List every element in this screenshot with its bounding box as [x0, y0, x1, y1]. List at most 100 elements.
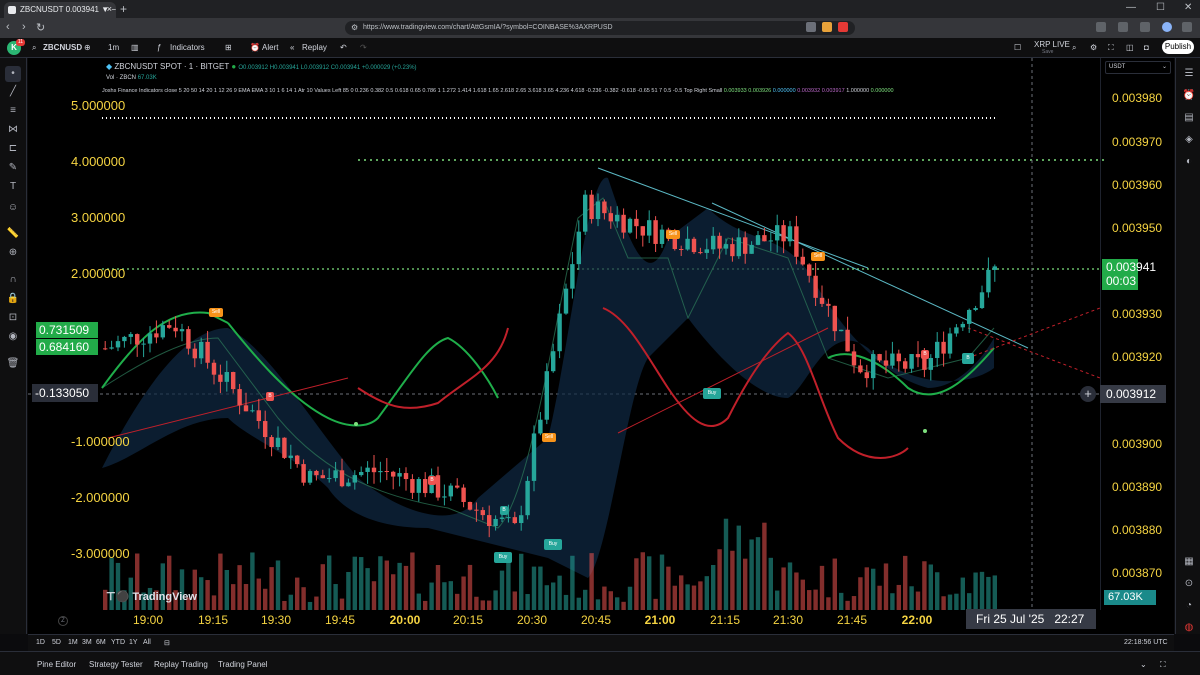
- browser-tab[interactable]: ZBCNUSDT 0.003941 ▼ −4.34% ×: [4, 2, 116, 18]
- layers-icon[interactable]: ◈: [1181, 132, 1197, 148]
- compare-symbol-icon[interactable]: ⊕: [84, 43, 91, 52]
- close-window-icon[interactable]: ✕: [1184, 2, 1192, 13]
- range-3m[interactable]: 3M: [82, 639, 92, 646]
- eye-icon[interactable]: ◉: [5, 329, 21, 345]
- volume-bar: [403, 565, 409, 610]
- replay-icon[interactable]: «: [290, 43, 294, 52]
- redo-icon[interactable]: ↷: [360, 43, 367, 52]
- replay-button[interactable]: Replay: [302, 43, 327, 52]
- candle: [352, 475, 357, 483]
- goto-date-icon[interactable]: ⊟: [164, 639, 170, 647]
- site-info-icon[interactable]: ⚙: [351, 23, 358, 32]
- symbol-search[interactable]: ZBCNUSD: [43, 43, 82, 52]
- timezone-icon[interactable]: Z: [58, 616, 68, 626]
- range-1y[interactable]: 1Y: [129, 639, 138, 646]
- trend-line-icon[interactable]: ╱: [5, 84, 21, 100]
- clock-text[interactable]: 22:18:56 UTC: [1124, 639, 1168, 646]
- cursor-icon[interactable]: •: [5, 66, 21, 82]
- tab-trading-panel[interactable]: Trading Panel: [218, 660, 268, 669]
- notifications-icon[interactable]: ◍: [1181, 620, 1197, 636]
- layout-templates-icon[interactable]: ⊞: [225, 43, 232, 52]
- alert-button[interactable]: Alert: [262, 43, 278, 52]
- minimize-icon[interactable]: —: [1126, 2, 1136, 13]
- settings-icon[interactable]: ⚙: [1090, 43, 1097, 52]
- layout-icon[interactable]: ☐: [1014, 43, 1021, 52]
- tab-strategy-tester[interactable]: Strategy Tester: [89, 660, 143, 669]
- camera-icon[interactable]: ◘: [1144, 43, 1149, 52]
- back-icon[interactable]: ‹: [6, 21, 10, 33]
- ideas-icon[interactable]: ◐: [1181, 154, 1197, 170]
- tab-pine-editor[interactable]: Pine Editor: [37, 660, 76, 669]
- extension-icon[interactable]: [806, 22, 816, 32]
- legend-title[interactable]: ZBCNUSDT SPOT · 1 · BITGET: [114, 62, 229, 71]
- add-alert-plus-icon[interactable]: +: [1080, 386, 1096, 402]
- calendar-icon[interactable]: ▦: [1181, 554, 1197, 570]
- maximize-icon[interactable]: ☐: [1156, 2, 1165, 13]
- lock-drawings-icon[interactable]: ⊡: [5, 310, 21, 326]
- icon-tool-icon[interactable]: ☺: [5, 200, 21, 216]
- volume-bar: [615, 597, 620, 610]
- pattern-icon[interactable]: ⋈: [5, 122, 21, 138]
- range-6m[interactable]: 6M: [96, 639, 106, 646]
- layout-name[interactable]: XRP LIVE: [1034, 40, 1070, 49]
- new-tab-icon[interactable]: +: [120, 2, 127, 16]
- ruler-icon[interactable]: 📏: [5, 226, 21, 242]
- fullscreen-icon[interactable]: ⛶: [1108, 43, 1114, 53]
- currency-selector[interactable]: USDT ⌄: [1105, 61, 1171, 74]
- help-icon[interactable]: ⊙: [1181, 576, 1197, 592]
- hotlist-icon[interactable]: ◔: [1181, 598, 1197, 614]
- volume-bar: [301, 587, 306, 610]
- indicators-button[interactable]: Indicators: [170, 43, 205, 52]
- profile-icon[interactable]: [1162, 22, 1172, 32]
- close-tab-icon[interactable]: ×: [107, 4, 112, 14]
- time-axis-label: 19:00: [132, 613, 164, 627]
- volume-bar: [295, 577, 300, 610]
- volume-bar: [224, 569, 229, 610]
- forward-icon[interactable]: ›: [22, 21, 26, 33]
- search-icon[interactable]: ⌕: [32, 43, 36, 53]
- magnet-icon[interactable]: ∩: [5, 272, 21, 288]
- chart-canvas[interactable]: [28, 58, 1174, 634]
- prediction-icon[interactable]: ⊏: [5, 141, 21, 157]
- tab-replay-trading[interactable]: Replay Trading: [154, 660, 208, 669]
- chart-type-icon[interactable]: ▥: [131, 43, 139, 52]
- quick-search-icon[interactable]: ⌕: [1072, 43, 1076, 53]
- trash-icon[interactable]: 🗑: [5, 356, 21, 372]
- legend-volume-label[interactable]: Vol · ZBCN: [106, 75, 136, 81]
- publish-button[interactable]: Publish: [1162, 40, 1194, 54]
- volume-bar: [659, 554, 665, 610]
- range-1d[interactable]: 1D: [36, 639, 45, 646]
- sell-signal: Sell: [666, 230, 680, 239]
- reload-icon[interactable]: ↻: [36, 21, 45, 34]
- range-ytd[interactable]: YTD: [111, 639, 125, 646]
- data-window-icon[interactable]: ▤: [1181, 110, 1197, 126]
- candle: [237, 389, 242, 406]
- extension-icon[interactable]: [838, 22, 848, 32]
- layout-save-label[interactable]: Save: [1042, 49, 1053, 55]
- snapshot-icon[interactable]: ◫: [1126, 43, 1134, 52]
- brush-icon[interactable]: ✎: [5, 160, 21, 176]
- fib-retracement-icon[interactable]: ≡: [5, 103, 21, 119]
- extension-icon[interactable]: [822, 22, 832, 32]
- alert-icon[interactable]: ⏰: [250, 43, 260, 52]
- range-all[interactable]: All: [143, 639, 151, 646]
- lock-icon[interactable]: 🔒: [5, 291, 21, 307]
- alerts-icon[interactable]: ⏰: [1181, 88, 1197, 104]
- collapse-panel-icon[interactable]: ⌄: [1140, 660, 1147, 669]
- watchlist-icon[interactable]: ☰: [1181, 66, 1197, 82]
- extensions-icon[interactable]: [1118, 22, 1128, 32]
- indicators-icon[interactable]: ƒ: [157, 43, 161, 52]
- interval-button[interactable]: 1m: [108, 43, 119, 52]
- zoom-icon[interactable]: ⊕: [5, 245, 21, 261]
- undo-icon[interactable]: ↶: [340, 43, 347, 52]
- maximize-panel-icon[interactable]: ⛶: [1160, 660, 1166, 670]
- indicator-legend[interactable]: Joshs Finance Indicators close 5 20 50 1…: [102, 88, 722, 94]
- chart-pane[interactable]: ◆ ZBCNUSDT SPOT · 1 · BITGET ● O0.003912…: [28, 58, 1174, 634]
- url-field[interactable]: ⚙ https://www.tradingview.com/chart/AttG…: [345, 21, 855, 35]
- sidebar-icon[interactable]: [1096, 22, 1106, 32]
- range-5d[interactable]: 5D: [52, 639, 61, 646]
- text-icon[interactable]: T: [5, 179, 21, 195]
- menu-icon[interactable]: [1182, 22, 1192, 32]
- download-icon[interactable]: [1140, 22, 1150, 32]
- range-1m[interactable]: 1M: [68, 639, 78, 646]
